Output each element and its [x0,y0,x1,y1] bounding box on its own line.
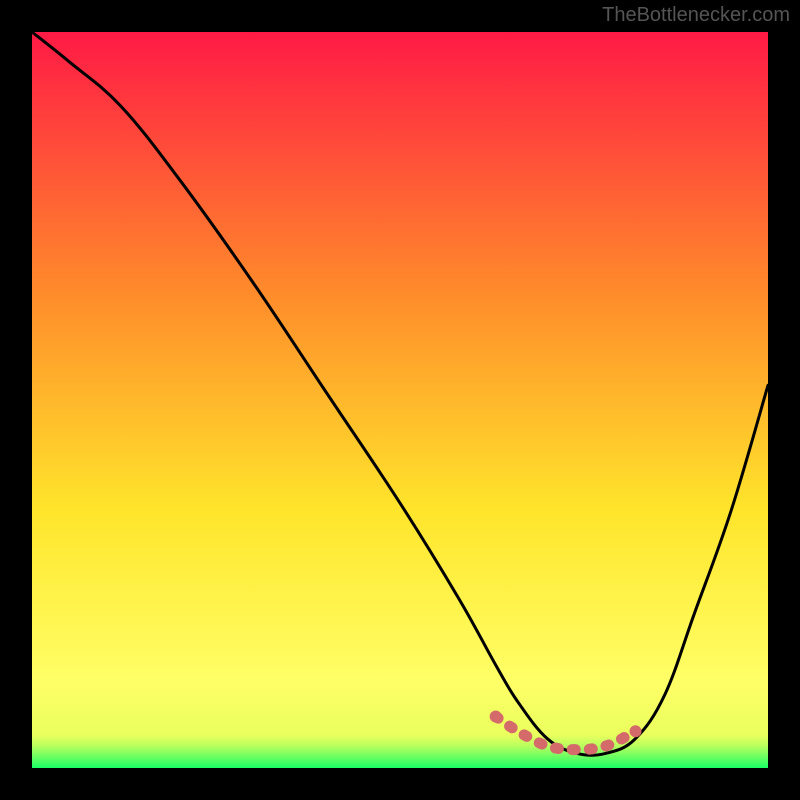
optimal-endpoint [630,725,642,737]
gradient-background [32,32,768,768]
plot-area [32,32,768,768]
optimal-endpoint [490,710,502,722]
chart-svg [32,32,768,768]
chart-container: TheBottlenecker.com [0,0,800,800]
watermark-label: TheBottlenecker.com [602,4,790,27]
